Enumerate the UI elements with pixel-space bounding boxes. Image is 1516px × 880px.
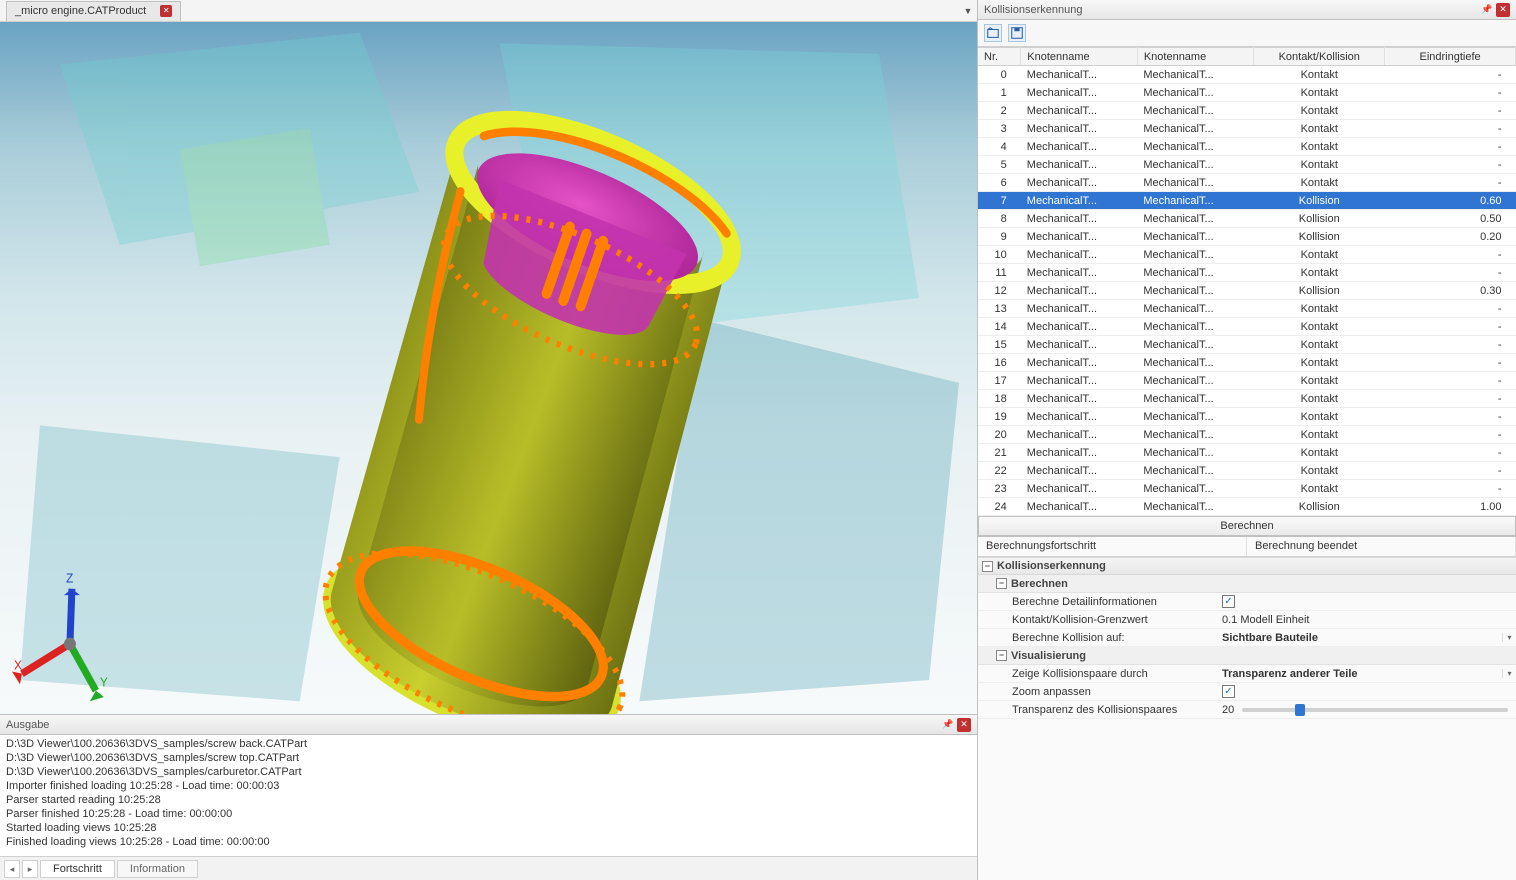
app-root: _micro engine.CATProduct ✕ ▼ <box>0 0 1516 880</box>
props-panel: − Kollisionserkennung − Berechnen Berech… <box>978 557 1516 880</box>
prop-transparency: Transparenz des Kollisionspaares 20 <box>978 701 1516 719</box>
open-file-icon[interactable] <box>984 24 1002 42</box>
viewport-tab-dropdown-icon[interactable]: ▼ <box>959 6 977 16</box>
col-nr[interactable]: Nr. <box>978 48 1021 66</box>
prop-detail: Berechne Detailinformationen <box>978 593 1516 611</box>
table-row[interactable]: 4MechanicalT...MechanicalT...Kontakt- <box>978 138 1516 156</box>
status-value: Berechnung beendet <box>1247 537 1516 556</box>
chevron-left-icon[interactable]: ◂ <box>4 860 20 878</box>
output-tabs: ◂ ▸ Fortschritt Information <box>0 856 977 880</box>
tab-information[interactable]: Information <box>117 860 198 878</box>
table-row[interactable]: 8MechanicalT...MechanicalT...Kollision0.… <box>978 210 1516 228</box>
showpairs-select[interactable]: Transparenz anderer Teile <box>1222 668 1358 680</box>
zoom-checkbox[interactable] <box>1222 685 1235 698</box>
clash-table-scroll[interactable]: Nr. Knotenname Knotenname Kontakt/Kollis… <box>978 47 1516 516</box>
table-row[interactable]: 22MechanicalT...MechanicalT...Kontakt- <box>978 462 1516 480</box>
table-row[interactable]: 12MechanicalT...MechanicalT...Kollision0… <box>978 282 1516 300</box>
output-line: D:\3D Viewer\100.20636\3DVS_samples/scre… <box>6 751 971 765</box>
clash-table-area: Nr. Knotenname Knotenname Kontakt/Kollis… <box>978 47 1516 537</box>
output-line: Started loading views 10:25:28 <box>6 821 971 835</box>
prop-group-vis[interactable]: − Visualisierung <box>978 647 1516 665</box>
save-file-icon[interactable] <box>1008 24 1026 42</box>
table-row[interactable]: 19MechanicalT...MechanicalT...Kontakt- <box>978 408 1516 426</box>
table-row[interactable]: 5MechanicalT...MechanicalT...Kontakt- <box>978 156 1516 174</box>
detail-checkbox[interactable] <box>1222 595 1235 608</box>
clash-header: Kollisionserkennung 📌 ✕ <box>978 0 1516 20</box>
output-line: Finished loading views 10:25:28 - Load t… <box>6 835 971 849</box>
clash-title: Kollisionserkennung <box>984 4 1082 16</box>
table-row[interactable]: 0MechanicalT...MechanicalT...Kontakt- <box>978 66 1516 84</box>
table-row[interactable]: 14MechanicalT...MechanicalT...Kontakt- <box>978 318 1516 336</box>
transparency-value[interactable]: 20 <box>1222 704 1234 716</box>
prop-showpairs: Zeige Kollisionspaare durch Transparenz … <box>978 665 1516 683</box>
output-line: D:\3D Viewer\100.20636\3DVS_samples/scre… <box>6 737 971 751</box>
table-row[interactable]: 2MechanicalT...MechanicalT...Kontakt- <box>978 102 1516 120</box>
clash-toolbar <box>978 20 1516 47</box>
compute-button[interactable]: Berechnen <box>978 516 1516 536</box>
status-label: Berechnungsfortschritt <box>978 537 1247 556</box>
output-log[interactable]: D:\3D Viewer\100.20636\3DVS_samples/scre… <box>0 735 977 856</box>
table-row[interactable]: 9MechanicalT...MechanicalT...Kollision0.… <box>978 228 1516 246</box>
table-row[interactable]: 7MechanicalT...MechanicalT...Kollision0.… <box>978 192 1516 210</box>
table-row[interactable]: 10MechanicalT...MechanicalT...Kontakt- <box>978 246 1516 264</box>
close-icon[interactable]: ✕ <box>1496 3 1510 17</box>
table-row[interactable]: 13MechanicalT...MechanicalT...Kontakt- <box>978 300 1516 318</box>
table-row[interactable]: 3MechanicalT...MechanicalT...Kontakt- <box>978 120 1516 138</box>
status-row: Berechnungsfortschritt Berechnung beende… <box>978 537 1516 557</box>
output-line: Importer finished loading 10:25:28 - Loa… <box>6 779 971 793</box>
output-title: Ausgabe <box>6 719 49 731</box>
viewport-tab[interactable]: _micro engine.CATProduct ✕ <box>6 1 181 21</box>
table-row[interactable]: 20MechanicalT...MechanicalT...Kontakt- <box>978 426 1516 444</box>
collapse-icon[interactable]: − <box>996 650 1007 661</box>
output-panel: Ausgabe 📌 ✕ D:\3D Viewer\100.20636\3DVS_… <box>0 714 977 880</box>
viewport-tab-title: _micro engine.CATProduct <box>15 5 146 17</box>
prop-calc-on: Berechne Kollision auf: Sichtbare Bautei… <box>978 629 1516 647</box>
table-row[interactable]: 24MechanicalT...MechanicalT...Kollision1… <box>978 498 1516 516</box>
col-depth[interactable]: Eindringtiefe <box>1385 48 1516 66</box>
collapse-icon[interactable]: − <box>996 578 1007 589</box>
threshold-value[interactable]: 0.1 Modell Einheit <box>1222 614 1309 626</box>
chevron-down-icon[interactable]: ▾ <box>1502 669 1516 678</box>
col-node2[interactable]: Knotenname <box>1137 48 1254 66</box>
table-row[interactable]: 23MechanicalT...MechanicalT...Kontakt- <box>978 480 1516 498</box>
3d-viewport[interactable]: X Y Z <box>0 22 977 714</box>
table-row[interactable]: 11MechanicalT...MechanicalT...Kontakt- <box>978 264 1516 282</box>
chevron-right-icon[interactable]: ▸ <box>22 860 38 878</box>
output-line: Parser finished 10:25:28 - Load time: 00… <box>6 807 971 821</box>
axis-z-label: Z <box>66 571 74 585</box>
axis-y-label: Y <box>100 675 108 689</box>
viewport-tabbar: _micro engine.CATProduct ✕ ▼ <box>0 0 977 22</box>
transparency-slider[interactable] <box>1242 708 1508 712</box>
table-row[interactable]: 16MechanicalT...MechanicalT...Kontakt- <box>978 354 1516 372</box>
clash-table: Nr. Knotenname Knotenname Kontakt/Kollis… <box>978 47 1516 516</box>
calc-on-select[interactable]: Sichtbare Bauteile <box>1222 632 1318 644</box>
table-row[interactable]: 1MechanicalT...MechanicalT...Kontakt- <box>978 84 1516 102</box>
table-row[interactable]: 17MechanicalT...MechanicalT...Kontakt- <box>978 372 1516 390</box>
pin-icon[interactable]: 📌 <box>1480 3 1494 17</box>
axis-x-label: X <box>14 658 22 672</box>
collapse-icon[interactable]: − <box>982 561 993 572</box>
col-kind[interactable]: Kontakt/Kollision <box>1254 48 1385 66</box>
right-column: Kollisionserkennung 📌 ✕ Nr. Knote <box>978 0 1516 880</box>
table-row[interactable]: 15MechanicalT...MechanicalT...Kontakt- <box>978 336 1516 354</box>
tab-fortschritt[interactable]: Fortschritt <box>40 860 115 878</box>
table-row[interactable]: 18MechanicalT...MechanicalT...Kontakt- <box>978 390 1516 408</box>
left-column: _micro engine.CATProduct ✕ ▼ <box>0 0 978 880</box>
prop-root[interactable]: − Kollisionserkennung <box>978 557 1516 575</box>
prop-threshold: Kontakt/Kollision-Grenzwert 0.1 Modell E… <box>978 611 1516 629</box>
close-icon[interactable]: ✕ <box>160 5 172 17</box>
pin-icon[interactable]: 📌 <box>941 718 955 732</box>
output-line: Parser started reading 10:25:28 <box>6 793 971 807</box>
prop-group-berechnen[interactable]: − Berechnen <box>978 575 1516 593</box>
prop-zoom: Zoom anpassen <box>978 683 1516 701</box>
table-row[interactable]: 21MechanicalT...MechanicalT...Kontakt- <box>978 444 1516 462</box>
output-header: Ausgabe 📌 ✕ <box>0 715 977 735</box>
chevron-down-icon[interactable]: ▾ <box>1502 633 1516 642</box>
close-icon[interactable]: ✕ <box>957 718 971 732</box>
col-node1[interactable]: Knotenname <box>1021 48 1138 66</box>
output-line: D:\3D Viewer\100.20636\3DVS_samples/carb… <box>6 765 971 779</box>
table-row[interactable]: 6MechanicalT...MechanicalT...Kontakt- <box>978 174 1516 192</box>
